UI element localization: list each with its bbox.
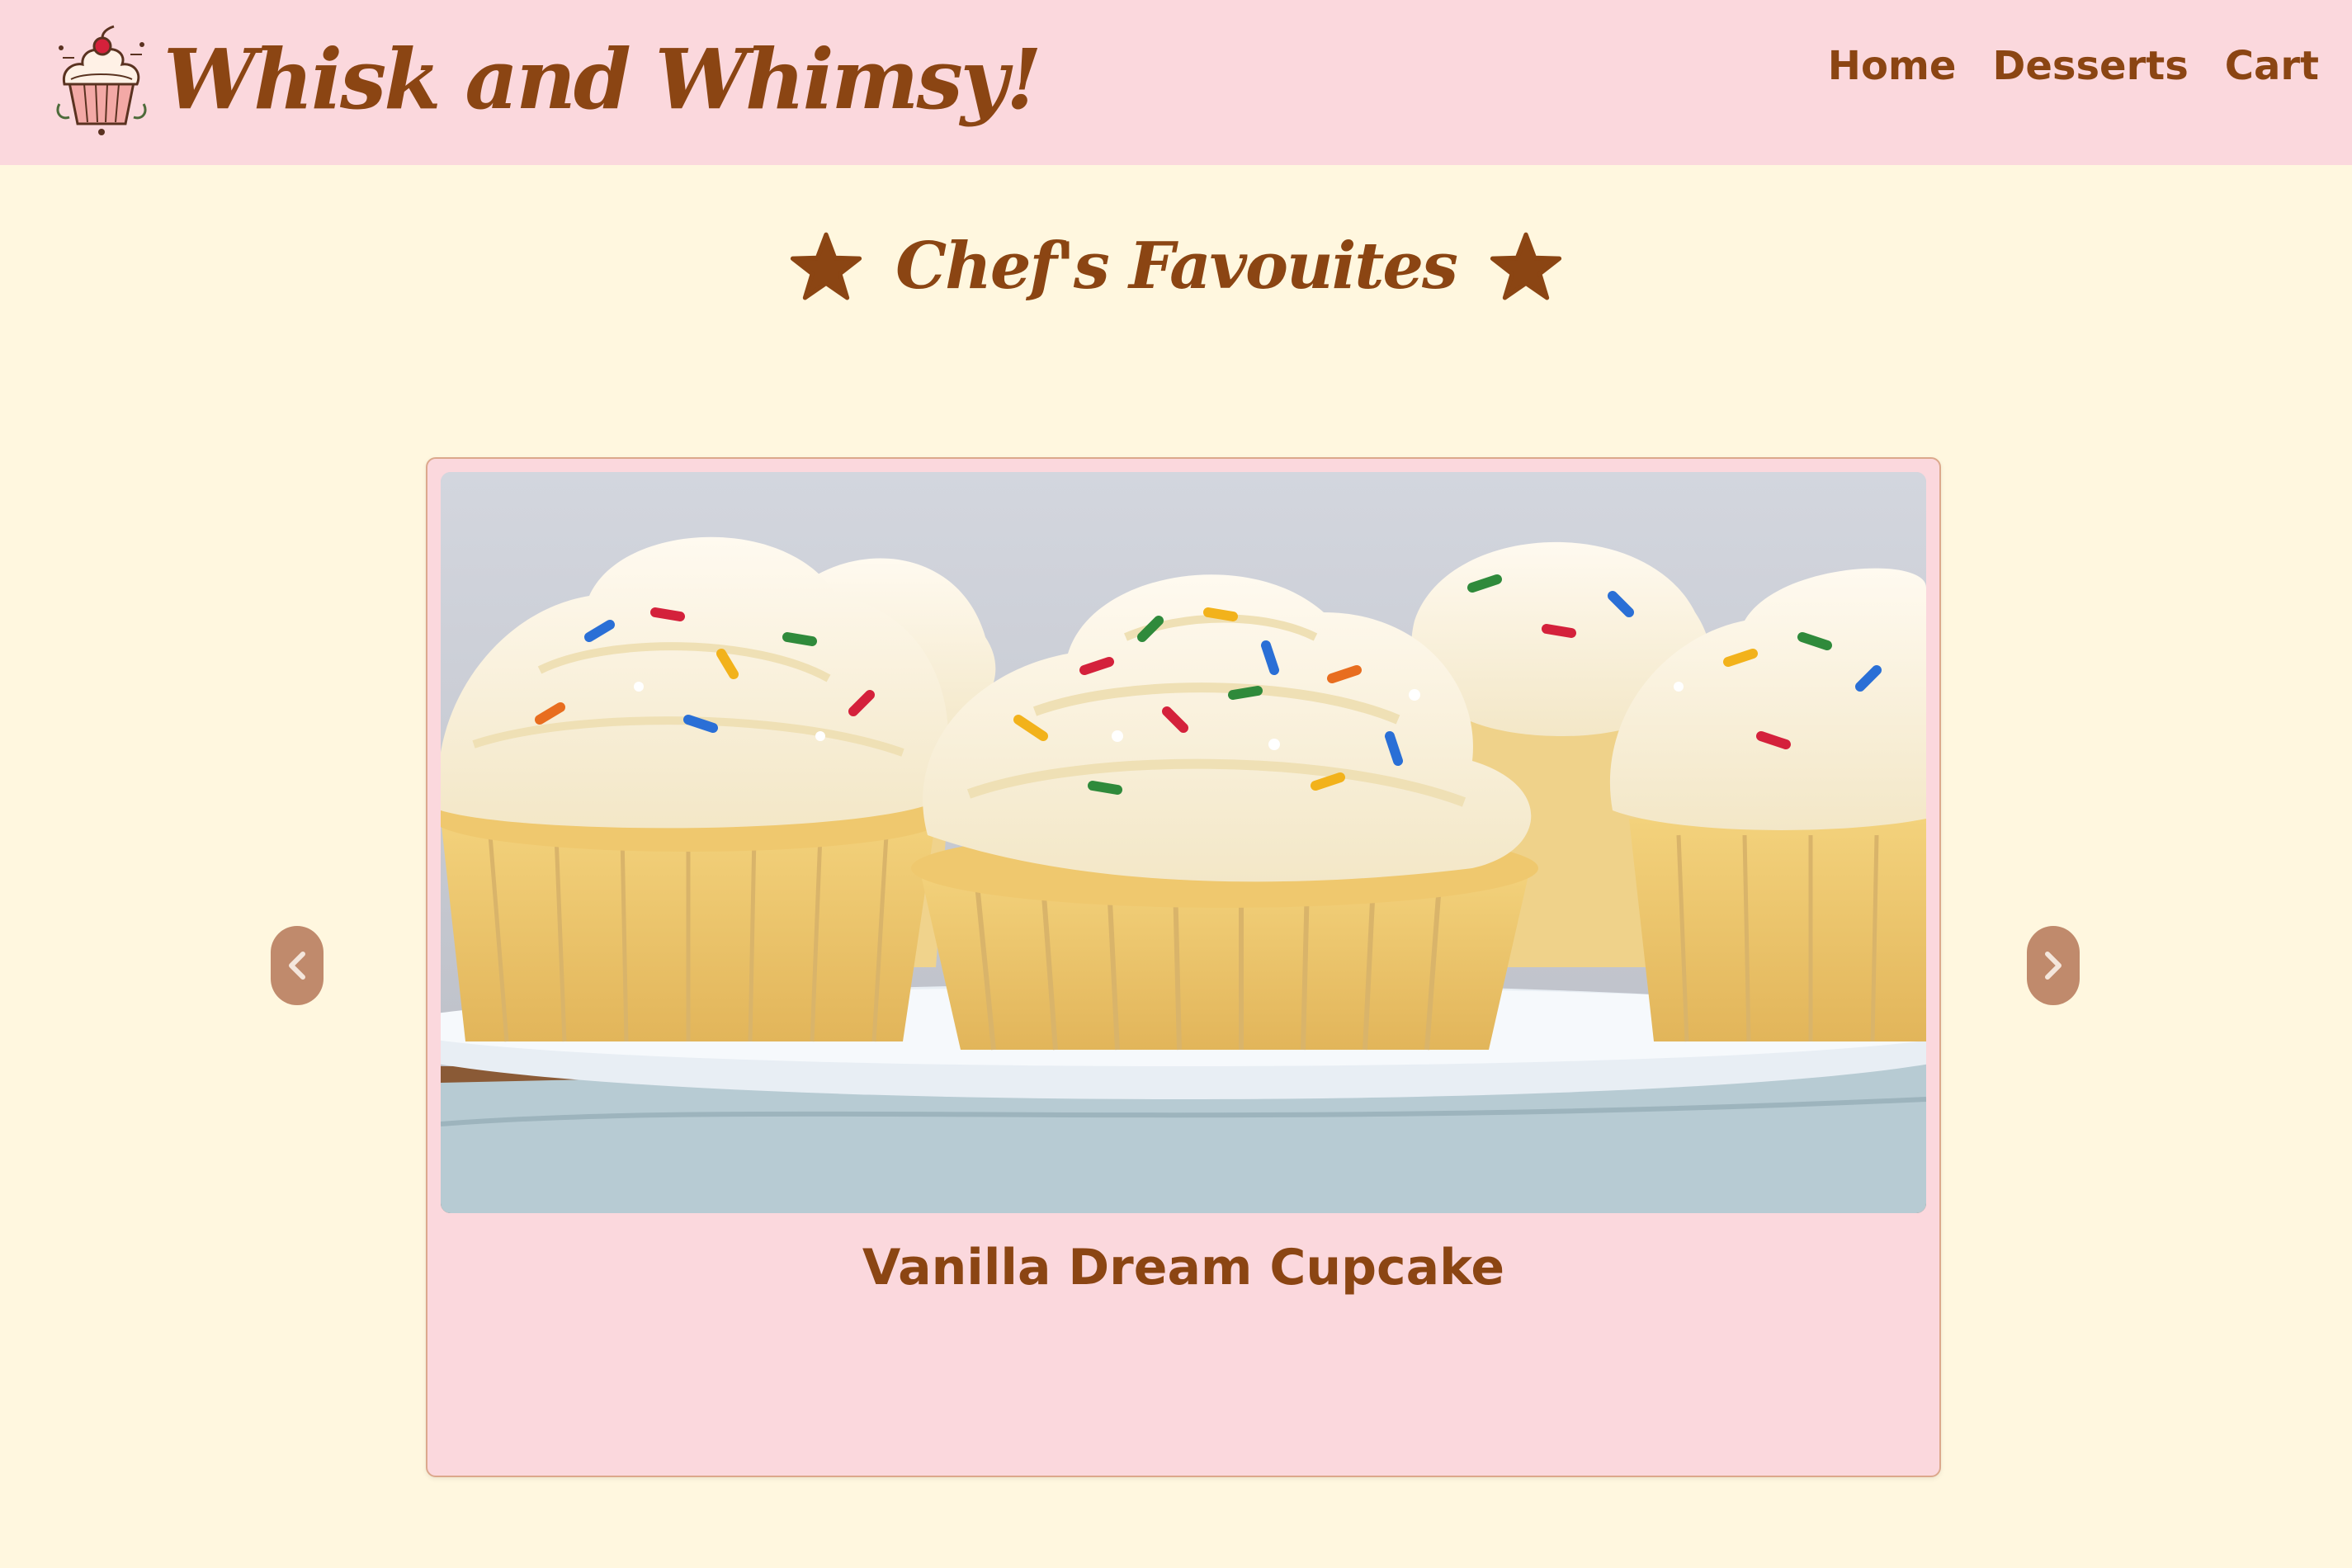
- nav-desserts-link[interactable]: Desserts: [1992, 36, 2188, 96]
- brand-title[interactable]: Whisk and Whimsy!: [163, 21, 1042, 137]
- nav-home-link[interactable]: Home: [1828, 36, 1957, 96]
- chevron-right-icon: [2045, 952, 2062, 980]
- carousel-prev-button[interactable]: [271, 926, 324, 1005]
- carousel-next-button[interactable]: [2027, 926, 2080, 1005]
- site-header: Whisk and Whimsy! Home Desserts Cart: [0, 0, 2352, 165]
- vanilla-cupcake-photo[interactable]: [441, 472, 1926, 1213]
- section-title: Chef's Favouites: [895, 229, 1458, 304]
- star-icon: [1490, 232, 1562, 300]
- chevron-left-icon: [289, 952, 305, 980]
- cupcake-logo-icon[interactable]: [51, 21, 152, 137]
- star-icon: [790, 232, 862, 300]
- carousel-card[interactable]: Vanilla Dream Cupcake: [426, 457, 1941, 1477]
- nav-cart-link[interactable]: Cart: [2225, 36, 2319, 96]
- product-title[interactable]: Vanilla Dream Cupcake: [427, 1235, 1939, 1301]
- section-heading: Chef's Favouites: [0, 221, 2352, 312]
- main-nav: Home Desserts Cart: [1828, 36, 2319, 96]
